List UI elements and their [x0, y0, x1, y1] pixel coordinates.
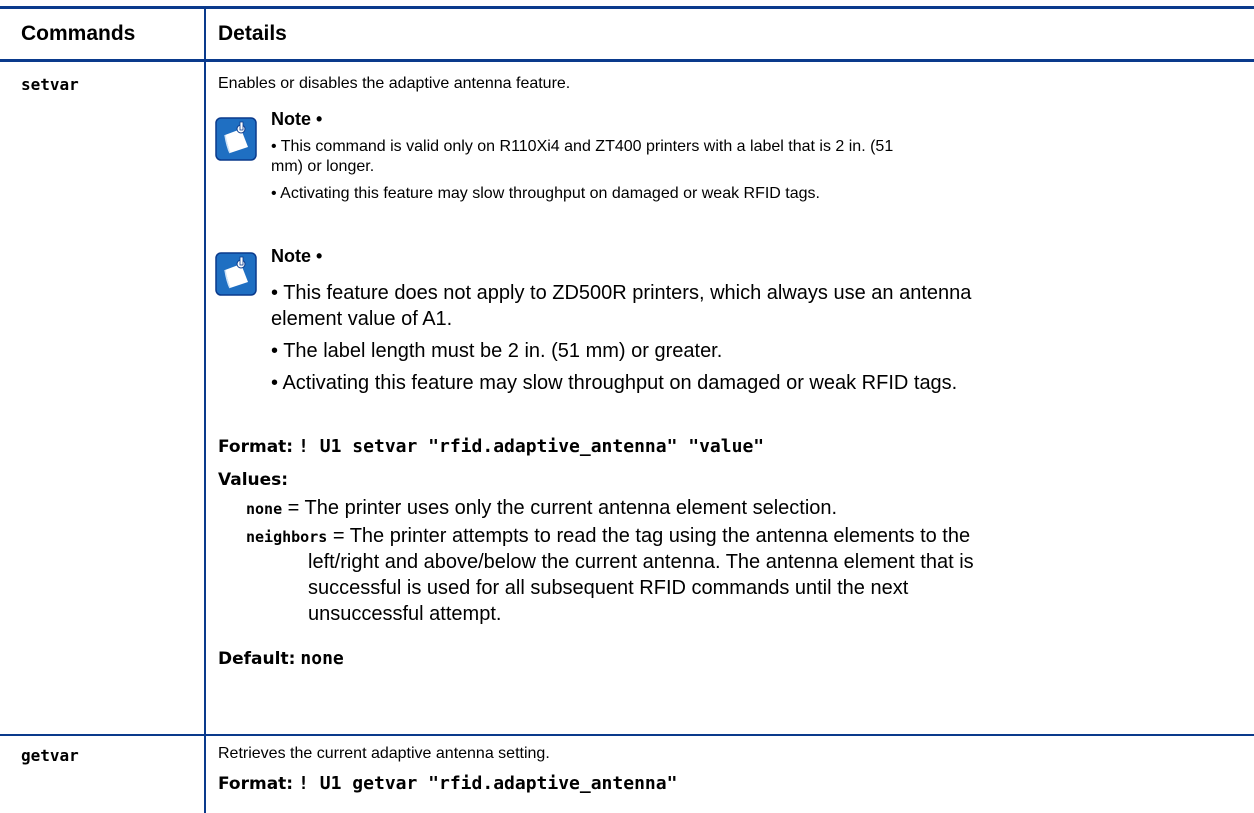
- value-text: = The printer attempts to read the tag u…: [327, 525, 971, 547]
- value-neighbors-cont2: successful is used for all subsequent RF…: [308, 577, 909, 599]
- note1-line2: • Activating this feature may slow throu…: [271, 185, 820, 202]
- note-icon: [215, 252, 257, 296]
- value-key: neighbors: [246, 528, 328, 546]
- value-neighbors-cont1: left/right and above/below the current a…: [308, 551, 974, 573]
- getvar-format: Format: ! U1 getvar "rfid.adaptive_anten…: [218, 773, 677, 794]
- note1-line1a: • This command is valid only on R110Xi4 …: [271, 138, 894, 155]
- table-top-rule: [0, 6, 1254, 9]
- header-details: Details: [218, 22, 287, 45]
- value-neighbors: neighbors = The printer attempts to read…: [246, 523, 970, 550]
- note2-line1b: element value of A1.: [271, 308, 453, 330]
- format-value: ! U1 setvar "rfid.adaptive_antenna" "val…: [298, 436, 765, 457]
- note2-line2: • The label length must be 2 in. (51 mm)…: [271, 340, 723, 362]
- setvar-format: Format: ! U1 setvar "rfid.adaptive_anten…: [218, 436, 764, 457]
- value-none: none = The printer uses only the current…: [246, 495, 837, 522]
- note1-title: Note •: [271, 109, 323, 129]
- row-divider-rule: [0, 734, 1254, 736]
- command-table: Commands Details setvar Enables or disab…: [0, 0, 1254, 813]
- format-value: ! U1 getvar "rfid.adaptive_antenna": [298, 773, 678, 794]
- note-icon: [215, 117, 257, 161]
- column-divider-rule: [204, 6, 206, 813]
- setvar-description: Enables or disables the adaptive antenna…: [218, 75, 571, 92]
- value-text: = The printer uses only the current ante…: [282, 497, 838, 519]
- default-value: none: [300, 648, 344, 669]
- value-neighbors-cont3: unsuccessful attempt.: [308, 603, 502, 625]
- note2-line3: • Activating this feature may slow throu…: [271, 372, 958, 394]
- note2-title: Note •: [271, 246, 323, 266]
- header-commands: Commands: [21, 22, 136, 45]
- format-label: Format:: [218, 774, 294, 794]
- command-setvar: setvar: [21, 75, 79, 94]
- header-bottom-rule: [0, 59, 1254, 62]
- command-getvar: getvar: [21, 746, 79, 765]
- setvar-default: Default: none: [218, 648, 344, 669]
- values-label: Values:: [218, 470, 289, 490]
- getvar-description: Retrieves the current adaptive antenna s…: [218, 745, 550, 762]
- format-label: Format:: [218, 437, 294, 457]
- note1-line1b: mm) or longer.: [271, 158, 375, 175]
- value-key: none: [246, 500, 283, 518]
- default-label: Default:: [218, 649, 296, 669]
- note2-line1a: • This feature does not apply to ZD500R …: [271, 282, 972, 304]
